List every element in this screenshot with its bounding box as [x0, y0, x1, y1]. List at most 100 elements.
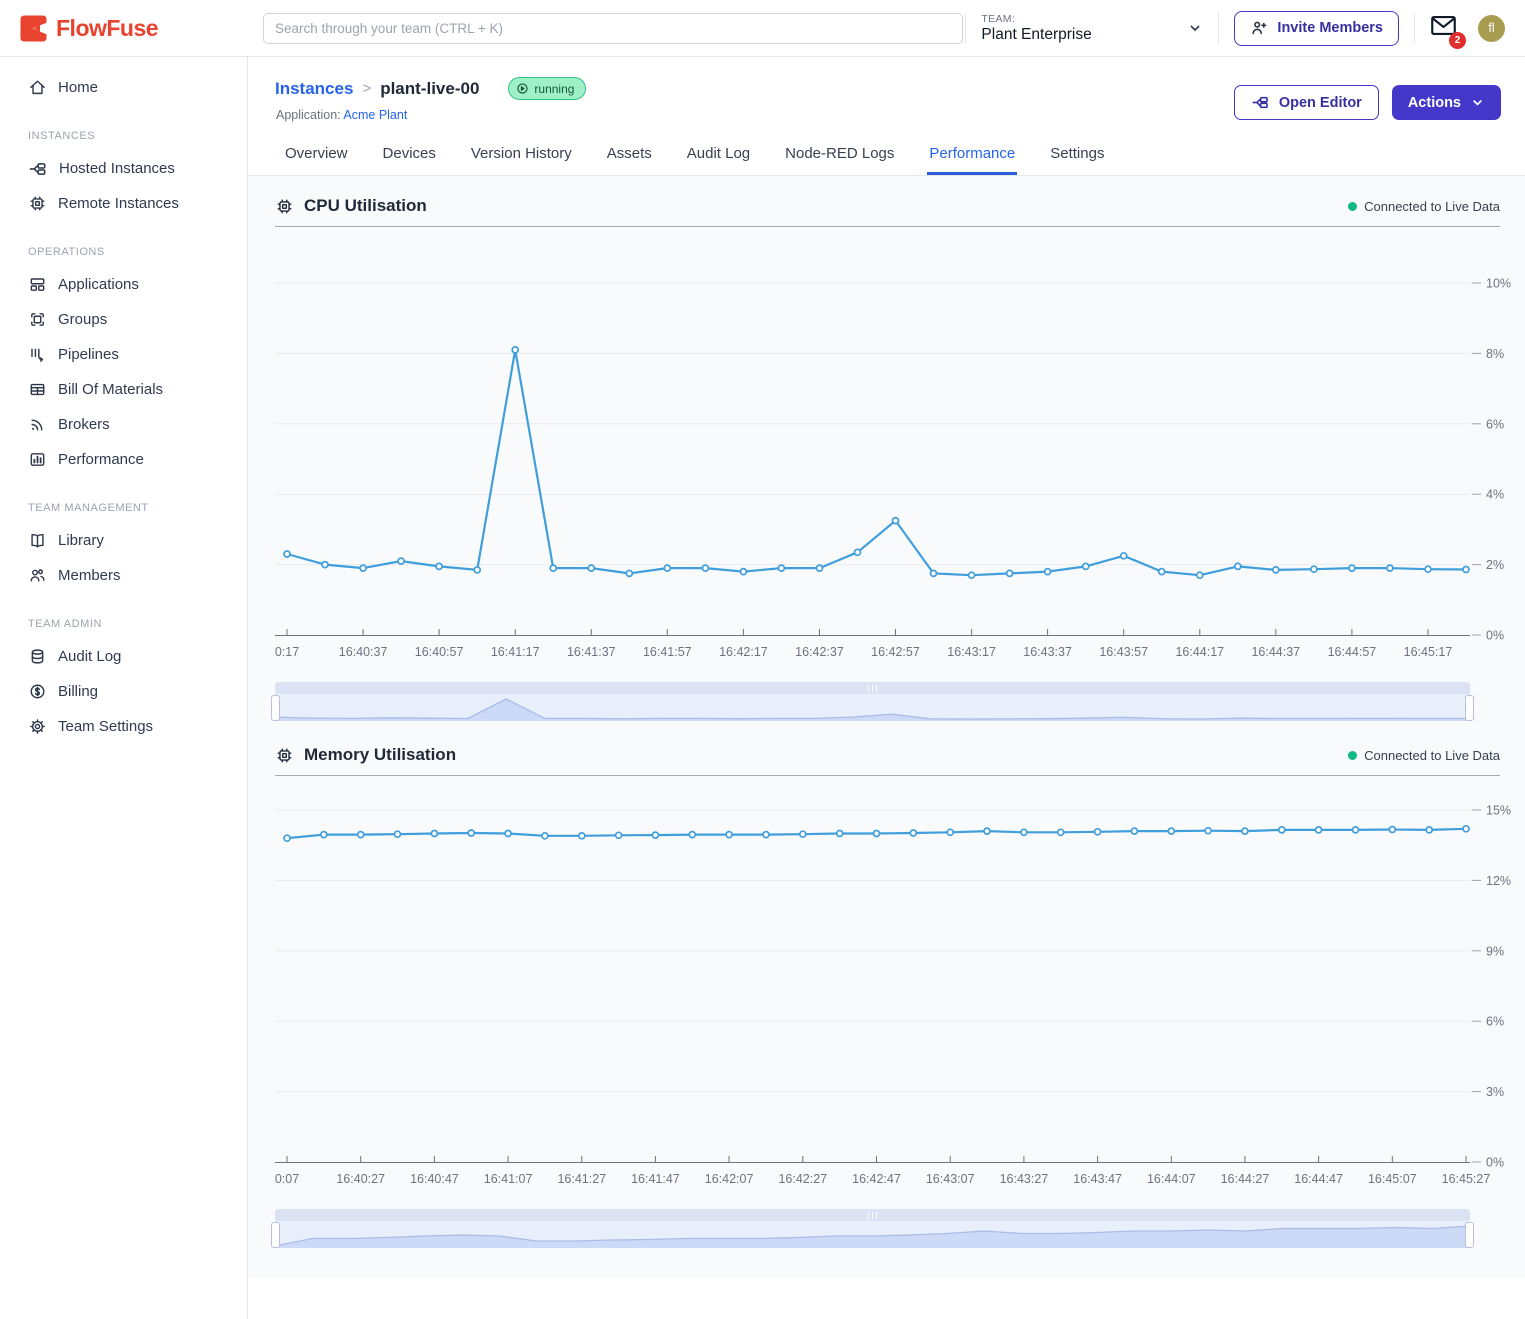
sidebar-item-label: Billing: [58, 683, 98, 700]
chip-icon: [275, 746, 294, 765]
svg-text:16:43:37: 16:43:37: [1023, 645, 1072, 659]
actions-button[interactable]: Actions: [1392, 85, 1501, 120]
line-chart: 0%3%6%9%12%15%0:0716:40:2716:40:4716:41:…: [275, 776, 1515, 1196]
svg-text:2%: 2%: [1486, 558, 1504, 572]
svg-text:16:44:37: 16:44:37: [1251, 645, 1300, 659]
svg-text:16:40:37: 16:40:37: [339, 645, 388, 659]
sidebar-item-hosted-instances[interactable]: Hosted Instances: [0, 151, 247, 186]
hosted-instances-icon: [28, 159, 48, 179]
chevron-down-icon: [1470, 95, 1485, 110]
live-status-label: Connected to Live Data: [1364, 199, 1500, 214]
page-actions: Open Editor Actions: [1234, 85, 1501, 120]
team-label: TEAM:: [981, 13, 1091, 25]
team-name: Plant Enterprise: [981, 26, 1091, 44]
notifications-button[interactable]: 2: [1430, 14, 1457, 42]
tab-settings[interactable]: Settings: [1048, 132, 1106, 175]
sidebar-item-audit-log[interactable]: Audit Log: [0, 639, 247, 674]
sidebar-item-applications[interactable]: Applications: [0, 267, 247, 302]
sidebar-section-label-team-management: TEAM MANAGEMENT: [28, 502, 247, 514]
chart-range-navigator: [275, 682, 1470, 721]
svg-text:4%: 4%: [1486, 488, 1504, 502]
navigator-left-handle[interactable]: [271, 1222, 280, 1248]
svg-text:16:44:47: 16:44:47: [1294, 1172, 1343, 1186]
sidebar-item-groups[interactable]: Groups: [0, 302, 247, 337]
svg-text:16:44:57: 16:44:57: [1328, 645, 1377, 659]
sidebar-item-label: Audit Log: [58, 648, 121, 665]
brokers-icon: [28, 415, 47, 434]
open-editor-button[interactable]: Open Editor: [1234, 85, 1379, 120]
avatar[interactable]: fl: [1478, 15, 1505, 42]
invite-members-button[interactable]: Invite Members: [1234, 11, 1399, 46]
svg-text:16:44:17: 16:44:17: [1175, 645, 1224, 659]
navigator-left-handle[interactable]: [271, 695, 280, 721]
sidebar-item-label: Remote Instances: [58, 195, 179, 212]
sidebar-item-library[interactable]: Library: [0, 523, 247, 558]
sidebar-item-brokers[interactable]: Brokers: [0, 407, 247, 442]
sidebar: HomeINSTANCESHosted InstancesRemote Inst…: [0, 57, 248, 1319]
svg-text:6%: 6%: [1486, 417, 1504, 431]
svg-text:16:44:27: 16:44:27: [1221, 1172, 1270, 1186]
brand-name: FlowFuse: [56, 15, 158, 42]
tab-audit-log[interactable]: Audit Log: [685, 132, 752, 175]
navigator-track[interactable]: [275, 1221, 1470, 1248]
sidebar-item-label: Applications: [58, 276, 139, 293]
cpu-utilisation-section: CPU Utilisation Connected to Live Data 0…: [248, 176, 1525, 721]
sidebar-item-label: Hosted Instances: [59, 160, 175, 177]
person-plus-icon: [1250, 19, 1268, 37]
navigator-drag-strip[interactable]: [275, 1209, 1470, 1221]
application-link[interactable]: Acme Plant: [343, 108, 407, 122]
svg-text:16:43:47: 16:43:47: [1073, 1172, 1122, 1186]
navigator-minimap: [275, 694, 1470, 721]
brand[interactable]: FlowFuse: [20, 15, 252, 42]
navigator-right-handle[interactable]: [1465, 1222, 1474, 1248]
tab-version-history[interactable]: Version History: [469, 132, 574, 175]
main-content: Instances > plant-live-00 running Applic…: [248, 57, 1525, 1319]
svg-text:16:41:57: 16:41:57: [643, 645, 692, 659]
svg-text:10%: 10%: [1486, 277, 1511, 291]
navigator-minimap: [275, 1221, 1470, 1248]
live-data-status: Connected to Live Data: [1348, 748, 1500, 763]
home-icon: [28, 78, 47, 97]
tab-performance[interactable]: Performance: [927, 132, 1017, 175]
navigator-track[interactable]: [275, 694, 1470, 721]
svg-text:16:41:27: 16:41:27: [557, 1172, 606, 1186]
sidebar-item-home[interactable]: Home: [0, 70, 247, 105]
svg-text:16:43:27: 16:43:27: [1000, 1172, 1049, 1186]
live-dot-icon: [1348, 202, 1357, 211]
sidebar-item-bill-of-materials[interactable]: Bill Of Materials: [0, 372, 247, 407]
app-root: FlowFuse TEAM: Plant Enterprise Invite M…: [0, 0, 1525, 1319]
tab-overview[interactable]: Overview: [283, 132, 350, 175]
sidebar-item-label: Team Settings: [58, 718, 153, 735]
sidebar-item-members[interactable]: Members: [0, 558, 247, 593]
editor-node-icon: [1251, 93, 1270, 112]
svg-text:0:17: 0:17: [275, 645, 299, 659]
application-label: Application:: [276, 108, 341, 122]
sidebar-item-billing[interactable]: Billing: [0, 674, 247, 709]
audit-log-icon: [28, 647, 47, 666]
team-selector[interactable]: TEAM: Plant Enterprise: [981, 13, 1203, 44]
tab-devices[interactable]: Devices: [381, 132, 438, 175]
live-status-label: Connected to Live Data: [1364, 748, 1500, 763]
tab-node-red-logs[interactable]: Node-RED Logs: [783, 132, 896, 175]
sidebar-item-team-settings[interactable]: Team Settings: [0, 709, 247, 744]
invite-members-label: Invite Members: [1277, 20, 1383, 36]
line-chart: 0%2%4%6%8%10%0:1716:40:3716:40:5716:41:1…: [275, 227, 1515, 669]
play-circle-icon: [516, 82, 529, 95]
sidebar-item-pipelines[interactable]: Pipelines: [0, 337, 247, 372]
actions-label: Actions: [1408, 95, 1461, 111]
navigator-right-handle[interactable]: [1465, 695, 1474, 721]
sidebar-item-label: Groups: [58, 311, 107, 328]
groups-icon: [28, 310, 47, 329]
breadcrumb-instances-link[interactable]: Instances: [275, 79, 353, 99]
instance-name: plant-live-00: [380, 79, 479, 99]
top-header: FlowFuse TEAM: Plant Enterprise Invite M…: [0, 0, 1525, 57]
sidebar-item-performance[interactable]: Performance: [0, 442, 247, 477]
performance-content: CPU Utilisation Connected to Live Data 0…: [248, 176, 1525, 1278]
svg-text:16:43:07: 16:43:07: [926, 1172, 975, 1186]
svg-text:16:44:07: 16:44:07: [1147, 1172, 1196, 1186]
divider: [1414, 13, 1415, 43]
navigator-drag-strip[interactable]: [275, 682, 1470, 694]
search-input[interactable]: [263, 13, 963, 44]
tab-assets[interactable]: Assets: [605, 132, 654, 175]
sidebar-item-remote-instances[interactable]: Remote Instances: [0, 186, 247, 221]
